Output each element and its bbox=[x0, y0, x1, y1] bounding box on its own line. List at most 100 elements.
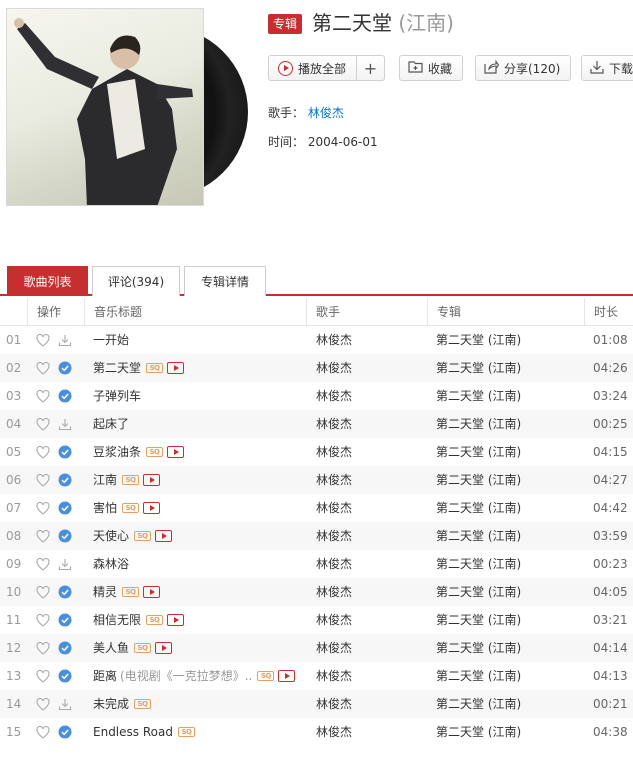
table-row[interactable]: 03 子弹列车 林俊杰 第二天堂 (江南) 03:24 bbox=[0, 382, 633, 410]
table-row[interactable]: 07 害怕 SQ 林俊杰 第二天堂 (江南) 04:42 bbox=[0, 494, 633, 522]
header-album[interactable]: 专辑 bbox=[427, 297, 584, 326]
table-row[interactable]: 12 美人鱼 SQ 林俊杰 第二天堂 (江南) 04:14 bbox=[0, 634, 633, 662]
song-title[interactable]: 豆浆油条 bbox=[93, 438, 141, 466]
song-title[interactable]: 未完成 bbox=[93, 690, 129, 718]
row-album[interactable]: 第二天堂 (江南) bbox=[427, 326, 584, 354]
row-artist[interactable]: 林俊杰 bbox=[306, 382, 427, 410]
mv-icon[interactable] bbox=[167, 362, 185, 374]
heart-icon[interactable] bbox=[36, 389, 50, 403]
heart-icon[interactable] bbox=[36, 585, 50, 599]
row-artist[interactable]: 林俊杰 bbox=[306, 494, 427, 522]
heart-icon[interactable] bbox=[36, 557, 50, 571]
header-artist[interactable]: 歌手 bbox=[306, 297, 427, 326]
row-album[interactable]: 第二天堂 (江南) bbox=[427, 662, 584, 690]
song-title[interactable]: 森林浴 bbox=[93, 550, 129, 578]
header-title[interactable]: 音乐标题 bbox=[84, 297, 306, 326]
download-icon[interactable] bbox=[58, 558, 72, 571]
table-row[interactable]: 14 未完成 SQ 林俊杰 第二天堂 (江南) 00:21 bbox=[0, 690, 633, 718]
table-row[interactable]: 06 江南 SQ 林俊杰 第二天堂 (江南) 04:27 bbox=[0, 466, 633, 494]
download-icon[interactable] bbox=[58, 698, 72, 711]
song-title[interactable]: 精灵 bbox=[93, 578, 117, 606]
heart-icon[interactable] bbox=[36, 697, 50, 711]
heart-icon[interactable] bbox=[36, 501, 50, 515]
table-row[interactable]: 13 距离 (电视剧《一克拉梦想》.. SQ 林俊杰 第二天堂 (江南) 04:13 bbox=[0, 662, 633, 690]
heart-icon[interactable] bbox=[36, 613, 50, 627]
table-row[interactable]: 10 精灵 SQ 林俊杰 第二天堂 (江南) 04:05 bbox=[0, 578, 633, 606]
download-icon[interactable] bbox=[58, 418, 72, 431]
song-title[interactable]: 天使心 bbox=[93, 522, 129, 550]
table-row[interactable]: 08 天使心 SQ 林俊杰 第二天堂 (江南) 03:59 bbox=[0, 522, 633, 550]
table-row[interactable]: 05 豆浆油条 SQ 林俊杰 第二天堂 (江南) 04:15 bbox=[0, 438, 633, 466]
heart-icon[interactable] bbox=[36, 473, 50, 487]
row-artist[interactable]: 林俊杰 bbox=[306, 438, 427, 466]
row-album[interactable]: 第二天堂 (江南) bbox=[427, 690, 584, 718]
song-title[interactable]: 一开始 bbox=[93, 326, 129, 354]
row-album[interactable]: 第二天堂 (江南) bbox=[427, 466, 584, 494]
table-row[interactable]: 04 起床了 林俊杰 第二天堂 (江南) 00:25 bbox=[0, 410, 633, 438]
heart-icon[interactable] bbox=[36, 361, 50, 375]
heart-icon[interactable] bbox=[36, 529, 50, 543]
mv-icon[interactable] bbox=[167, 446, 185, 458]
table-row[interactable]: 01 一开始 林俊杰 第二天堂 (江南) 01:08 bbox=[0, 326, 633, 354]
song-title[interactable]: 距离 bbox=[93, 662, 117, 690]
download-button[interactable]: 下载 bbox=[581, 55, 633, 81]
row-artist[interactable]: 林俊杰 bbox=[306, 410, 427, 438]
album-cover[interactable] bbox=[6, 8, 204, 206]
song-title[interactable]: 江南 bbox=[93, 466, 117, 494]
row-album[interactable]: 第二天堂 (江南) bbox=[427, 354, 584, 382]
favorite-button[interactable]: 收藏 bbox=[399, 55, 463, 81]
heart-icon[interactable] bbox=[36, 333, 50, 347]
heart-icon[interactable] bbox=[36, 641, 50, 655]
row-artist[interactable]: 林俊杰 bbox=[306, 718, 427, 746]
song-title[interactable]: 第二天堂 bbox=[93, 354, 141, 382]
row-album[interactable]: 第二天堂 (江南) bbox=[427, 578, 584, 606]
table-row[interactable]: 09 森林浴 林俊杰 第二天堂 (江南) 00:23 bbox=[0, 550, 633, 578]
row-album[interactable]: 第二天堂 (江南) bbox=[427, 410, 584, 438]
row-album[interactable]: 第二天堂 (江南) bbox=[427, 382, 584, 410]
table-row[interactable]: 02 第二天堂 SQ 林俊杰 第二天堂 (江南) 04:26 bbox=[0, 354, 633, 382]
header-duration[interactable]: 时长 bbox=[584, 297, 633, 326]
row-artist[interactable]: 林俊杰 bbox=[306, 522, 427, 550]
song-title[interactable]: 相信无限 bbox=[93, 606, 141, 634]
row-album[interactable]: 第二天堂 (江南) bbox=[427, 494, 584, 522]
song-title[interactable]: 害怕 bbox=[93, 494, 117, 522]
tab-song-list[interactable]: 歌曲列表 bbox=[7, 266, 88, 296]
download-icon[interactable] bbox=[58, 334, 72, 347]
row-artist[interactable]: 林俊杰 bbox=[306, 466, 427, 494]
heart-icon[interactable] bbox=[36, 669, 50, 683]
row-artist[interactable]: 林俊杰 bbox=[306, 326, 427, 354]
share-button[interactable]: 分享(120) bbox=[475, 55, 571, 81]
row-artist[interactable]: 林俊杰 bbox=[306, 690, 427, 718]
song-title[interactable]: 子弹列车 bbox=[93, 382, 141, 410]
table-row[interactable]: 15 Endless Road SQ 林俊杰 第二天堂 (江南) 04:38 bbox=[0, 718, 633, 746]
tab-album-details[interactable]: 专辑详情 bbox=[184, 266, 266, 296]
artist-link[interactable]: 林俊杰 bbox=[308, 106, 344, 120]
mv-icon[interactable] bbox=[155, 530, 173, 542]
mv-icon[interactable] bbox=[143, 586, 161, 598]
row-artist[interactable]: 林俊杰 bbox=[306, 606, 427, 634]
mv-icon[interactable] bbox=[155, 642, 173, 654]
row-album[interactable]: 第二天堂 (江南) bbox=[427, 550, 584, 578]
heart-icon[interactable] bbox=[36, 445, 50, 459]
table-row[interactable]: 11 相信无限 SQ 林俊杰 第二天堂 (江南) 03:21 bbox=[0, 606, 633, 634]
tab-comments[interactable]: 评论(394) bbox=[92, 266, 180, 296]
add-to-playlist-button[interactable]: + bbox=[357, 55, 385, 81]
song-title[interactable]: 起床了 bbox=[93, 410, 129, 438]
heart-icon[interactable] bbox=[36, 417, 50, 431]
mv-icon[interactable] bbox=[143, 502, 161, 514]
row-artist[interactable]: 林俊杰 bbox=[306, 578, 427, 606]
song-title[interactable]: Endless Road bbox=[93, 718, 173, 746]
play-all-button[interactable]: 播放全部 bbox=[268, 55, 357, 81]
row-artist[interactable]: 林俊杰 bbox=[306, 354, 427, 382]
song-title[interactable]: 美人鱼 bbox=[93, 634, 129, 662]
row-album[interactable]: 第二天堂 (江南) bbox=[427, 634, 584, 662]
row-album[interactable]: 第二天堂 (江南) bbox=[427, 438, 584, 466]
mv-icon[interactable] bbox=[278, 670, 296, 682]
mv-icon[interactable] bbox=[167, 614, 185, 626]
row-album[interactable]: 第二天堂 (江南) bbox=[427, 522, 584, 550]
row-album[interactable]: 第二天堂 (江南) bbox=[427, 718, 584, 746]
row-artist[interactable]: 林俊杰 bbox=[306, 550, 427, 578]
row-album[interactable]: 第二天堂 (江南) bbox=[427, 606, 584, 634]
row-artist[interactable]: 林俊杰 bbox=[306, 662, 427, 690]
mv-icon[interactable] bbox=[143, 474, 161, 486]
